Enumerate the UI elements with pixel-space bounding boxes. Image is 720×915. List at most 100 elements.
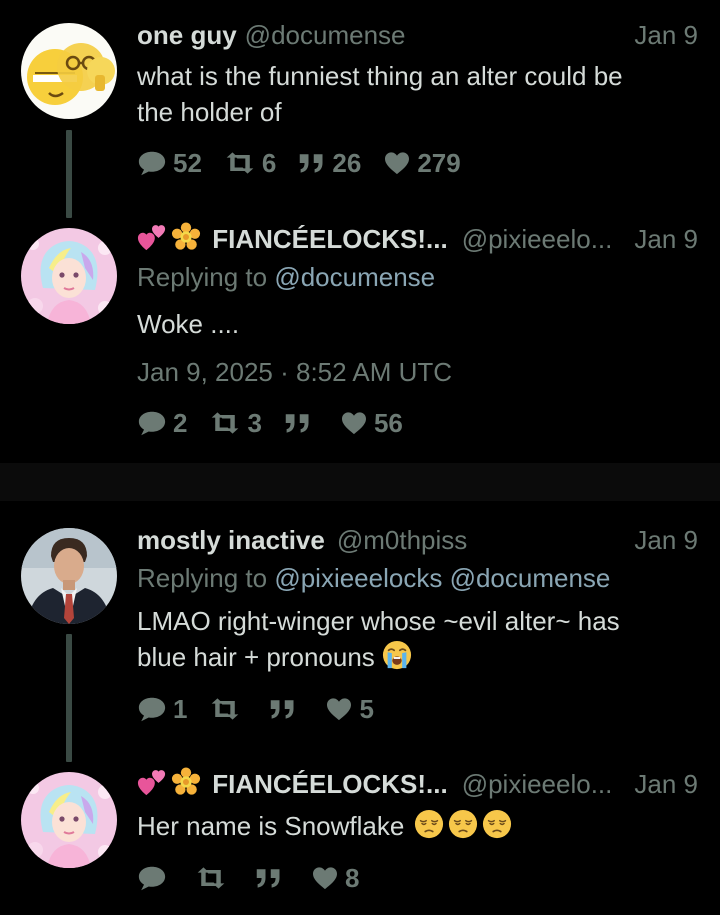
avatar[interactable] bbox=[21, 772, 117, 868]
username[interactable]: @pixieeelo... bbox=[462, 769, 613, 799]
quote-icon bbox=[255, 867, 283, 889]
like-count: 279 bbox=[417, 147, 461, 178]
tweet-date[interactable]: Jan 9 bbox=[634, 18, 698, 52]
quote-icon bbox=[298, 152, 326, 174]
quote-button[interactable]: 26 bbox=[298, 148, 361, 179]
display-name[interactable]: FIANCÉELOCKS!... bbox=[212, 224, 447, 254]
retweet-count: 3 bbox=[247, 407, 262, 438]
two-hearts-emoji bbox=[137, 767, 167, 797]
quote-icon bbox=[269, 698, 297, 720]
conversation-divider bbox=[0, 463, 720, 501]
retweet-icon bbox=[209, 698, 241, 720]
reply-count: 52 bbox=[173, 147, 202, 178]
quote-count: 26 bbox=[332, 147, 362, 178]
pensive-emoji bbox=[448, 809, 478, 839]
reply-icon bbox=[137, 695, 167, 723]
tweet-stats: 2 3 56 bbox=[137, 406, 425, 440]
retweet-icon bbox=[195, 867, 227, 889]
pensive-emoji bbox=[482, 809, 512, 839]
thread-view: one guy @documense Jan 9 what is the funn… bbox=[0, 0, 720, 915]
blossom-emoji bbox=[171, 767, 201, 797]
tweet-text-line: the holder of bbox=[137, 97, 282, 127]
retweet-button[interactable] bbox=[195, 867, 233, 889]
reply-button[interactable]: 1 bbox=[137, 694, 187, 725]
quote-button[interactable] bbox=[255, 867, 289, 889]
reply-icon bbox=[137, 864, 167, 892]
replying-to: Replying to @pixieeelocks @documense bbox=[137, 561, 698, 595]
thread-connector bbox=[66, 130, 72, 218]
reply-button[interactable]: 2 bbox=[137, 408, 187, 439]
heart-icon bbox=[340, 411, 368, 435]
reply-count: 2 bbox=[173, 407, 188, 438]
tweet-text-line: Her name is Snowflake bbox=[137, 811, 405, 841]
retweet-icon bbox=[209, 412, 241, 434]
avatar[interactable] bbox=[21, 528, 117, 624]
tweet-text: Her name is Snowflake bbox=[137, 808, 698, 844]
tweet-stats: 52 6 26 279 bbox=[137, 146, 483, 180]
tweet-text-line: blue hair + pronouns bbox=[137, 642, 375, 672]
suit-portrait-avatar bbox=[21, 528, 117, 624]
heart-icon bbox=[325, 697, 353, 721]
display-name[interactable]: mostly inactive bbox=[137, 525, 325, 555]
reply-icon bbox=[137, 149, 167, 177]
like-count: 5 bbox=[359, 693, 374, 724]
tweet-text-line: LMAO right-winger whose ~evil alter~ has bbox=[137, 606, 620, 636]
emoji-collage-avatar bbox=[21, 23, 117, 119]
like-count: 56 bbox=[373, 407, 403, 438]
tweet-stats: 8 bbox=[137, 861, 381, 895]
tweet-header: one guy @documense Jan 9 bbox=[137, 18, 698, 52]
heart-icon bbox=[311, 866, 339, 890]
tweet-text: what is the funniest thing an alter coul… bbox=[137, 58, 698, 130]
tweet-header: mostly inactive @m0thpiss Jan 9 bbox=[137, 523, 698, 557]
reply-icon bbox=[137, 409, 167, 437]
tweet-timestamp[interactable]: Jan 9, 2025 · 8:52 AM UTC bbox=[137, 355, 698, 389]
like-button[interactable]: 5 bbox=[325, 693, 374, 725]
tweet-date[interactable]: Jan 9 bbox=[634, 523, 698, 557]
username[interactable]: @documense bbox=[245, 20, 406, 50]
mention-link[interactable]: @documense bbox=[274, 262, 435, 292]
like-button[interactable]: 8 bbox=[311, 863, 359, 894]
thread-connector bbox=[66, 634, 72, 762]
retweet-count: 6 bbox=[261, 147, 277, 178]
tweet-date[interactable]: Jan 9 bbox=[634, 222, 698, 256]
avatar[interactable] bbox=[21, 228, 117, 324]
loudly-crying-emoji bbox=[382, 640, 412, 670]
quote-icon bbox=[284, 412, 312, 434]
username[interactable]: @m0thpiss bbox=[337, 525, 467, 555]
retweet-button[interactable]: 3 bbox=[209, 407, 262, 439]
tweet-header: FIANCÉELOCKS!... @pixieeelo... Jan 9 bbox=[137, 222, 698, 256]
two-hearts-emoji bbox=[137, 222, 167, 252]
pensive-emoji bbox=[414, 809, 444, 839]
reply-count: 1 bbox=[173, 693, 188, 724]
avatar[interactable] bbox=[21, 23, 117, 119]
tweet-text-line-wrapper: blue hair + pronouns bbox=[137, 639, 698, 675]
reply-button[interactable] bbox=[137, 864, 173, 892]
display-name[interactable]: FIANCÉELOCKS!... bbox=[212, 769, 447, 799]
like-button[interactable]: 279 bbox=[383, 147, 461, 179]
tweet-text: LMAO right-winger whose ~evil alter~ has… bbox=[137, 603, 698, 675]
retweet-icon bbox=[224, 152, 256, 174]
quote-button[interactable] bbox=[269, 698, 303, 720]
tweet-header: FIANCÉELOCKS!... @pixieeelo... Jan 9 bbox=[137, 767, 698, 801]
retweet-button[interactable] bbox=[209, 698, 247, 720]
quote-button[interactable] bbox=[284, 412, 318, 434]
mention-link[interactable]: @pixieeelocks bbox=[274, 563, 442, 593]
like-count: 8 bbox=[345, 862, 360, 893]
like-button[interactable]: 56 bbox=[340, 408, 403, 439]
reply-button[interactable]: 52 bbox=[137, 148, 202, 179]
tweet-text: Woke .... bbox=[137, 309, 240, 339]
replying-prefix: Replying to bbox=[137, 563, 268, 593]
retweet-button[interactable]: 6 bbox=[224, 148, 276, 179]
pastel-portrait-avatar bbox=[21, 772, 117, 868]
tweet-text-line: what is the funniest thing an alter coul… bbox=[137, 61, 623, 91]
mention-link[interactable]: @documense bbox=[450, 563, 611, 593]
replying-to: Replying to @documense bbox=[137, 260, 698, 294]
display-name[interactable]: one guy bbox=[137, 20, 237, 50]
heart-icon bbox=[383, 151, 411, 175]
blossom-emoji bbox=[171, 222, 201, 252]
username[interactable]: @pixieeelo... bbox=[462, 224, 613, 254]
tweet-stats: 1 5 bbox=[137, 692, 396, 726]
tweet-date[interactable]: Jan 9 bbox=[634, 767, 698, 801]
replying-prefix: Replying to bbox=[137, 262, 268, 292]
pastel-portrait-avatar bbox=[21, 228, 117, 324]
